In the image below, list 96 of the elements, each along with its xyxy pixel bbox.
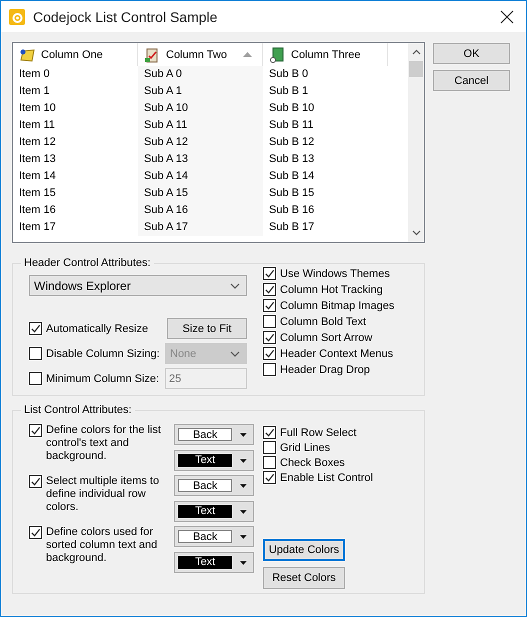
list-cell: Sub A 13 (138, 151, 263, 168)
list-cell-text: Sub B 16 (268, 203, 316, 218)
list-cell: Sub A 11 (138, 117, 263, 134)
list-cell: Sub A 14 (138, 168, 263, 185)
color-picker-button[interactable]: Text (174, 552, 254, 573)
list-cell-text: Item 10 (18, 101, 57, 116)
color-picker-button[interactable]: Text (174, 450, 254, 471)
size-to-fit-button[interactable]: Size to Fit (167, 318, 247, 339)
checkbox-label[interactable]: Define colors used for sorted column text and background. (46, 526, 174, 565)
checkbox-label[interactable]: Full Row Select (280, 426, 356, 438)
scroll-up-icon[interactable] (412, 49, 420, 55)
list-cell-text: Sub B 0 (268, 67, 310, 82)
list-view[interactable] (12, 42, 425, 243)
dropdown-arrow-icon (240, 458, 247, 462)
clipboard-icon (144, 46, 160, 62)
color-picker-button[interactable]: Back (174, 475, 254, 496)
dropdown-arrow-icon (240, 432, 247, 436)
checkbox[interactable] (263, 363, 276, 376)
checkbox-label[interactable]: Grid Lines (280, 442, 330, 454)
color-action-button[interactable]: Reset Colors (263, 567, 345, 589)
scrollbar-thumb[interactable] (409, 61, 423, 77)
color-picker-button[interactable]: Back (174, 526, 254, 547)
checkbox[interactable] (263, 347, 276, 360)
checkbox[interactable] (29, 526, 42, 539)
vertical-scrollbar[interactable] (408, 43, 424, 242)
app-icon (9, 8, 25, 24)
group-title: Header Control Attributes: (23, 257, 152, 269)
dropdown-arrow-icon (240, 534, 247, 538)
checkbox[interactable] (263, 426, 276, 439)
dropdown-arrow-icon (240, 560, 247, 564)
list-cell: Sub A 15 (138, 185, 263, 202)
list-cell-text: Item 14 (18, 169, 57, 184)
column-header[interactable]: Column One (13, 43, 138, 66)
note-icon (19, 46, 35, 62)
checkbox[interactable] (263, 267, 276, 280)
list-cell-text: Item 11 (18, 118, 56, 133)
checkbox-label[interactable]: Use Windows Themes (280, 268, 390, 280)
checkbox-label[interactable]: Column Sort Arrow (280, 332, 372, 344)
list-cell-text: Sub B 17 (268, 220, 316, 235)
checkbox-label[interactable]: Header Context Menus (280, 348, 394, 360)
checkbox[interactable] (29, 322, 42, 335)
checkbox-label[interactable]: Column Bitmap Images (280, 300, 394, 312)
list-cell-text: Item 0 (18, 67, 51, 82)
checkbox[interactable] (263, 441, 276, 454)
checkbox-label[interactable]: Select multiple items to define individual row colors. (46, 475, 174, 514)
list-cell-text: Sub B 10 (268, 101, 316, 116)
list-cell-text: Sub B 15 (268, 186, 316, 201)
checkbox-label[interactable]: Enable List Control (280, 472, 373, 484)
list-cell-text: Sub B 13 (268, 152, 316, 167)
caret-icon (230, 282, 240, 288)
list-cell-text: Sub B 14 (268, 169, 316, 184)
column-header[interactable]: Column Three (263, 43, 388, 66)
window-title: Codejock List Control Sample (33, 8, 218, 24)
checkbox[interactable] (29, 424, 42, 437)
list-cell: Sub A 10 (138, 100, 263, 117)
list-cell-text: Item 16 (18, 203, 57, 218)
checkbox-label[interactable]: Column Hot Tracking (280, 284, 383, 296)
caret-icon (230, 350, 240, 356)
checkbox-label[interactable]: Define colors for the list control's text and background. (46, 424, 174, 463)
list-cell-text: Sub B 1 (268, 84, 310, 99)
dropdown-arrow-icon (240, 510, 247, 514)
checkbox-label[interactable]: Header Drag Drop (280, 364, 370, 376)
dialog-button[interactable]: Cancel (433, 70, 510, 91)
checkbox[interactable] (263, 456, 276, 469)
list-cell-text: Item 17 (18, 220, 57, 235)
list-cell: Sub A 0 (138, 66, 263, 83)
list-cell-text: Item 15 (18, 186, 57, 201)
list-cell-text: Sub B 12 (268, 135, 316, 150)
list-cell-text: Sub B 11 (268, 118, 314, 133)
dropdown-arrow-icon (240, 484, 247, 488)
color-action-button[interactable]: Update Colors (263, 539, 345, 561)
style-dropdown[interactable]: Windows Explorer (29, 275, 247, 296)
dialog-button[interactable]: OK (433, 43, 510, 64)
group-title: List Control Attributes: (23, 404, 133, 416)
list-cell-text: Item 13 (18, 152, 57, 167)
scroll-down-icon[interactable] (412, 230, 420, 236)
checkbox[interactable] (263, 331, 276, 344)
list-cell: Sub A 16 (138, 202, 263, 219)
list-cell: Sub A 17 (138, 219, 263, 236)
sort-arrow-icon (242, 52, 252, 57)
list-cell-text: Item 12 (18, 135, 57, 150)
checkbox-label[interactable]: Check Boxes (280, 456, 345, 468)
checkbox[interactable] (263, 299, 276, 312)
checkbox[interactable] (29, 475, 42, 488)
color-picker-button[interactable]: Back (174, 424, 254, 445)
book-icon (269, 46, 285, 62)
list-cell-text: Item 1 (18, 84, 51, 99)
list-cell: Sub A 12 (138, 134, 263, 151)
close-icon[interactable] (500, 10, 514, 24)
color-picker-button[interactable]: Text (174, 501, 254, 522)
checkbox[interactable] (263, 283, 276, 296)
checkbox[interactable] (263, 315, 276, 328)
list-cell: Sub A 1 (138, 83, 263, 100)
checkbox-label[interactable]: Automatically Resize (46, 322, 148, 334)
checkbox[interactable] (263, 471, 276, 484)
checkbox-label[interactable]: Column Bold Text (280, 316, 366, 328)
